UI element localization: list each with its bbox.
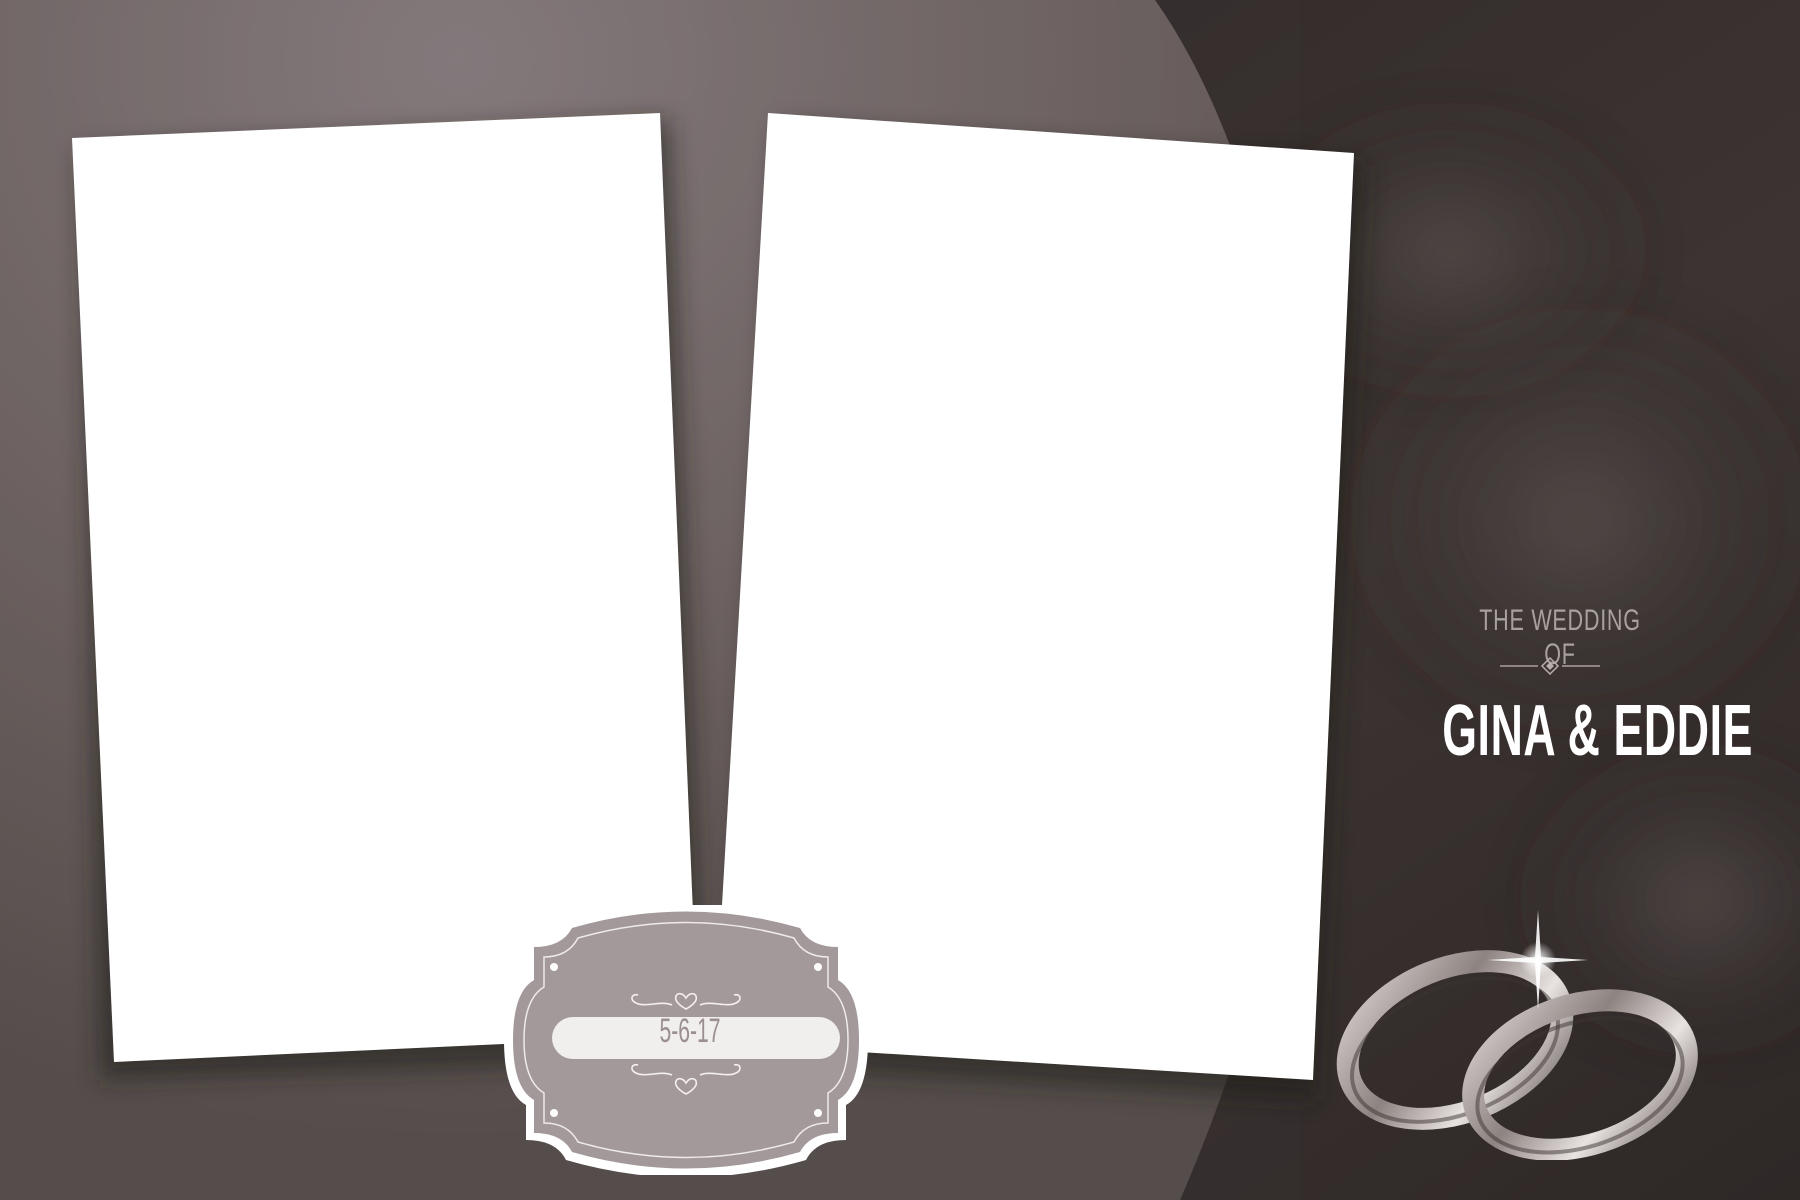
badge-rivet [550,963,558,971]
badge-rivet [814,963,822,971]
diamond-divider-icon [1500,656,1600,676]
badge-rivet [814,1109,822,1117]
badge-rivet [550,1109,558,1117]
wedding-rings-icon [1336,910,1698,1160]
wedding-date: 5-6-17 [659,1012,721,1050]
couple-names: GINA & EDDIE [1442,691,1754,771]
photo-template: 5-6-17 THE WEDDING OF GINA & EDDIE [0,0,1800,1200]
